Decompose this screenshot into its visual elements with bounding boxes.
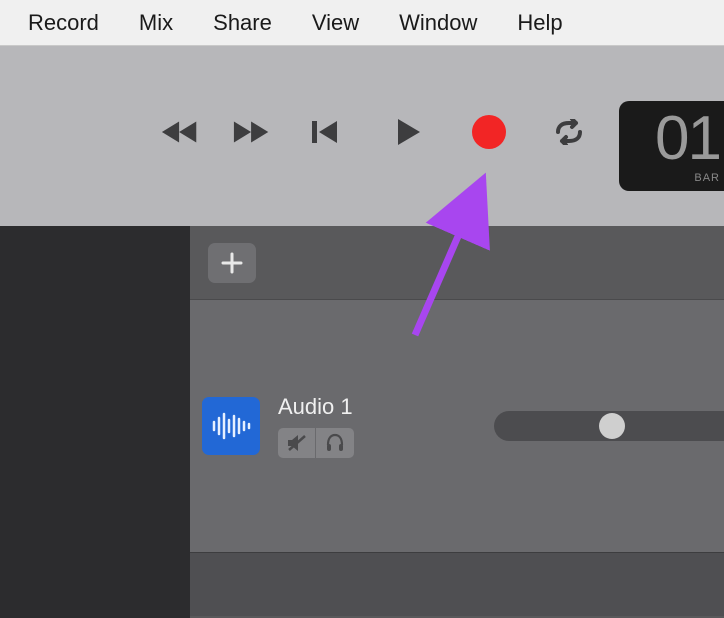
play-button[interactable]	[388, 111, 430, 153]
go-to-start-button[interactable]	[304, 111, 346, 153]
menubar: Record Mix Share View Window Help	[0, 0, 724, 46]
menu-view[interactable]: View	[292, 10, 379, 36]
track-name-label: Audio 1	[278, 394, 354, 420]
menu-mix[interactable]: Mix	[119, 10, 193, 36]
lcd-display[interactable]: 01 BAR	[619, 101, 724, 191]
volume-slider[interactable]	[494, 411, 724, 441]
record-icon	[472, 115, 506, 149]
add-track-button[interactable]	[208, 243, 256, 283]
waveform-icon	[210, 411, 252, 441]
cycle-icon	[552, 119, 586, 145]
mute-button[interactable]	[278, 428, 316, 458]
menu-window[interactable]: Window	[379, 10, 497, 36]
headphones-button[interactable]	[316, 428, 354, 458]
track-list: Audio 1	[190, 226, 724, 618]
cycle-button[interactable]	[548, 111, 590, 153]
rewind-icon	[160, 118, 202, 146]
tracks-area: Audio 1	[0, 226, 724, 618]
transport-bar: 01 BAR	[0, 46, 724, 226]
record-button[interactable]	[468, 111, 510, 153]
audio-track-icon	[202, 397, 260, 455]
track-row[interactable]: Audio 1	[190, 300, 724, 552]
track-bottom-spacer	[190, 552, 724, 616]
track-header-row	[190, 226, 724, 300]
play-icon	[395, 117, 423, 147]
rewind-button[interactable]	[160, 111, 202, 153]
lcd-bar-value: 01	[655, 108, 720, 170]
menu-record[interactable]: Record	[8, 10, 119, 36]
volume-knob[interactable]	[599, 413, 625, 439]
forward-icon	[232, 118, 274, 146]
menu-share[interactable]: Share	[193, 10, 292, 36]
track-meta: Audio 1	[278, 394, 354, 458]
track-sidebar	[0, 226, 190, 618]
track-buttons	[278, 428, 354, 458]
headphones-icon	[324, 433, 346, 453]
menu-help[interactable]: Help	[497, 10, 582, 36]
lcd-bar-label: BAR	[694, 172, 720, 184]
mute-icon	[286, 433, 308, 453]
plus-icon	[221, 252, 243, 274]
forward-button[interactable]	[232, 111, 274, 153]
transport-controls	[160, 111, 590, 153]
go-to-start-icon	[310, 118, 340, 146]
